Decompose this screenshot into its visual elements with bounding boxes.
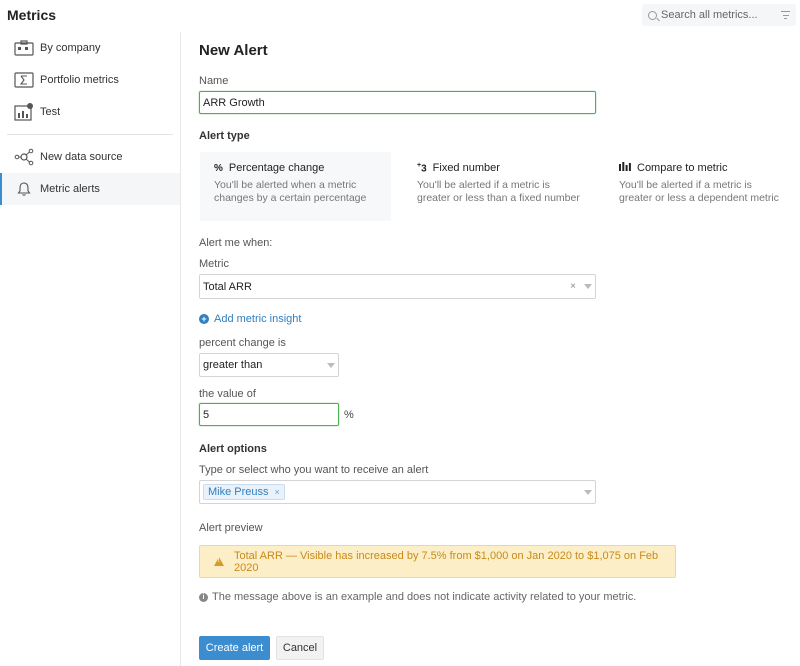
plus-circle-icon: +	[199, 314, 209, 324]
alert-type-percentage-change[interactable]: % Percentage change You'll be alerted whe…	[200, 152, 391, 221]
sidebar-item-new-data-source[interactable]: New data source	[0, 141, 180, 173]
add-metric-insight-label: Add metric insight	[214, 313, 302, 325]
clear-icon[interactable]: ×	[570, 281, 576, 292]
filter-icon[interactable]	[781, 11, 790, 19]
sidebar-item-portfolio-metrics[interactable]: Portfolio metrics	[0, 64, 180, 96]
alert-options-label: Alert options	[199, 443, 267, 455]
bell-icon	[14, 180, 34, 198]
sidebar-item-test[interactable]: Test	[0, 96, 180, 128]
bar-chart-icon	[619, 162, 631, 174]
alert-type-title: Percentage change	[228, 162, 325, 174]
value-field[interactable]: 5	[199, 403, 339, 426]
page-title: New Alert	[199, 42, 268, 59]
chevron-down-icon[interactable]	[584, 489, 592, 495]
preview-note: i The message above is an example and do…	[199, 591, 636, 603]
chevron-down-icon[interactable]	[584, 284, 592, 289]
info-icon: i	[199, 592, 208, 602]
recipient-name: Mike Preuss	[208, 486, 269, 498]
alert-type-description: You'll be alerted when a metric changes …	[214, 179, 367, 204]
name-field[interactable]: ARR Growth	[199, 91, 596, 114]
dashboard-icon	[14, 103, 34, 121]
alert-type-compare-to-metric[interactable]: Compare to metric You'll be alerted if a…	[605, 152, 799, 221]
data-source-icon	[14, 148, 34, 166]
preview-note-text: The message above is an example and does…	[212, 591, 637, 603]
sidebar-item-metric-alerts[interactable]: Metric alerts	[0, 173, 180, 205]
recipients-label: Type or select who you want to receive a…	[199, 464, 429, 476]
alert-type-description: You'll be alerted if a metric is greater…	[619, 179, 779, 204]
metric-select[interactable]: Total ARR ×	[199, 274, 596, 299]
comparison-select[interactable]: greater than	[199, 353, 339, 377]
sidebar: By company Portfolio metrics Test New da…	[0, 32, 181, 666]
alert-type-fixed-number[interactable]: +3 Fixed number You'll be alerted if a me…	[403, 152, 594, 221]
alert-when-label: Alert me when:	[199, 237, 273, 249]
recipients-select[interactable]: Mike Preuss ×	[199, 480, 596, 504]
search-input[interactable]: Search all metrics...	[661, 9, 781, 21]
briefcase-icon	[14, 39, 34, 57]
alert-preview-banner: Total ARR — Visible has increased by 7.5…	[199, 545, 676, 578]
metric-value: Total ARR	[203, 280, 252, 293]
comparison-value: greater than	[203, 359, 263, 371]
alert-type-label: Alert type	[199, 130, 250, 142]
warning-icon	[214, 557, 224, 566]
search-bar[interactable]: Search all metrics...	[642, 4, 796, 26]
sidebar-item-label: By company	[40, 42, 101, 54]
unit-label: %	[344, 409, 354, 421]
sidebar-divider	[7, 134, 173, 135]
metric-label: Metric	[199, 258, 229, 270]
sidebar-item-label: Metric alerts	[40, 183, 100, 195]
sidebar-item-label: Portfolio metrics	[40, 74, 119, 86]
value-of-label: the value of	[199, 388, 256, 400]
name-label: Name	[199, 75, 229, 87]
alert-type-title: Compare to metric	[637, 162, 728, 174]
cancel-button[interactable]: Cancel	[276, 636, 324, 660]
chevron-down-icon[interactable]	[327, 362, 335, 368]
sidebar-item-by-company[interactable]: By company	[0, 32, 180, 64]
alert-preview-text: Total ARR — Visible has increased by 7.5…	[234, 549, 659, 574]
sidebar-item-label: Test	[40, 106, 61, 118]
recipient-tag: Mike Preuss ×	[203, 484, 285, 500]
create-alert-button[interactable]: Create alert	[199, 636, 270, 660]
app-title: Metrics	[7, 7, 57, 23]
fixed-number-icon: +3	[417, 162, 427, 175]
add-metric-insight-link[interactable]: + Add metric insight	[199, 313, 301, 325]
alert-type-title: Fixed number	[432, 162, 500, 175]
percent-icon: %	[214, 162, 223, 174]
percent-change-label: percent change is	[199, 337, 286, 349]
alert-type-description: You'll be alerted if a metric is greater…	[417, 179, 580, 204]
sigma-icon	[14, 71, 34, 89]
search-icon	[648, 10, 657, 20]
remove-recipient-icon[interactable]: ×	[275, 487, 280, 497]
sidebar-item-label: New data source	[40, 151, 123, 163]
alert-preview-label: Alert preview	[199, 522, 263, 534]
